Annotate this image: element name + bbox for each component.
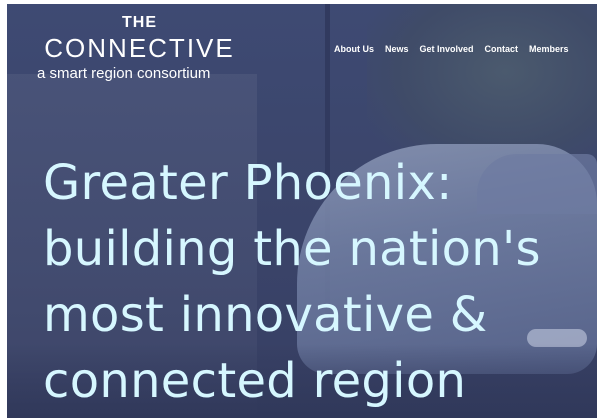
hero-headline: Greater Phoenix: building the nation's m… — [43, 150, 597, 414]
headline-line: most innovative & — [43, 287, 488, 343]
nav-link-about-us[interactable]: About Us — [334, 44, 374, 54]
nav-link-get-involved[interactable]: Get Involved — [420, 44, 474, 54]
hero-banner: THE CONNECTIVE a smart region consortium… — [7, 4, 597, 418]
headline-line: connected region — [43, 353, 467, 409]
logo-the-text: THE — [122, 14, 157, 31]
nav-link-news[interactable]: News — [385, 44, 409, 54]
nav-link-contact[interactable]: Contact — [485, 44, 519, 54]
headline-line: building the nation's — [43, 221, 541, 277]
headline-line: Greater Phoenix: — [43, 155, 453, 211]
site-logo[interactable]: THE CONNECTIVE a smart region consortium — [37, 14, 242, 83]
page: THE CONNECTIVE a smart region consortium… — [0, 0, 600, 418]
main-nav: About Us News Get Involved Contact Membe… — [334, 44, 569, 54]
nav-link-members[interactable]: Members — [529, 44, 569, 54]
logo-tagline: a smart region consortium — [37, 65, 211, 82]
logo-name-text: CONNECTIVE — [44, 33, 235, 63]
